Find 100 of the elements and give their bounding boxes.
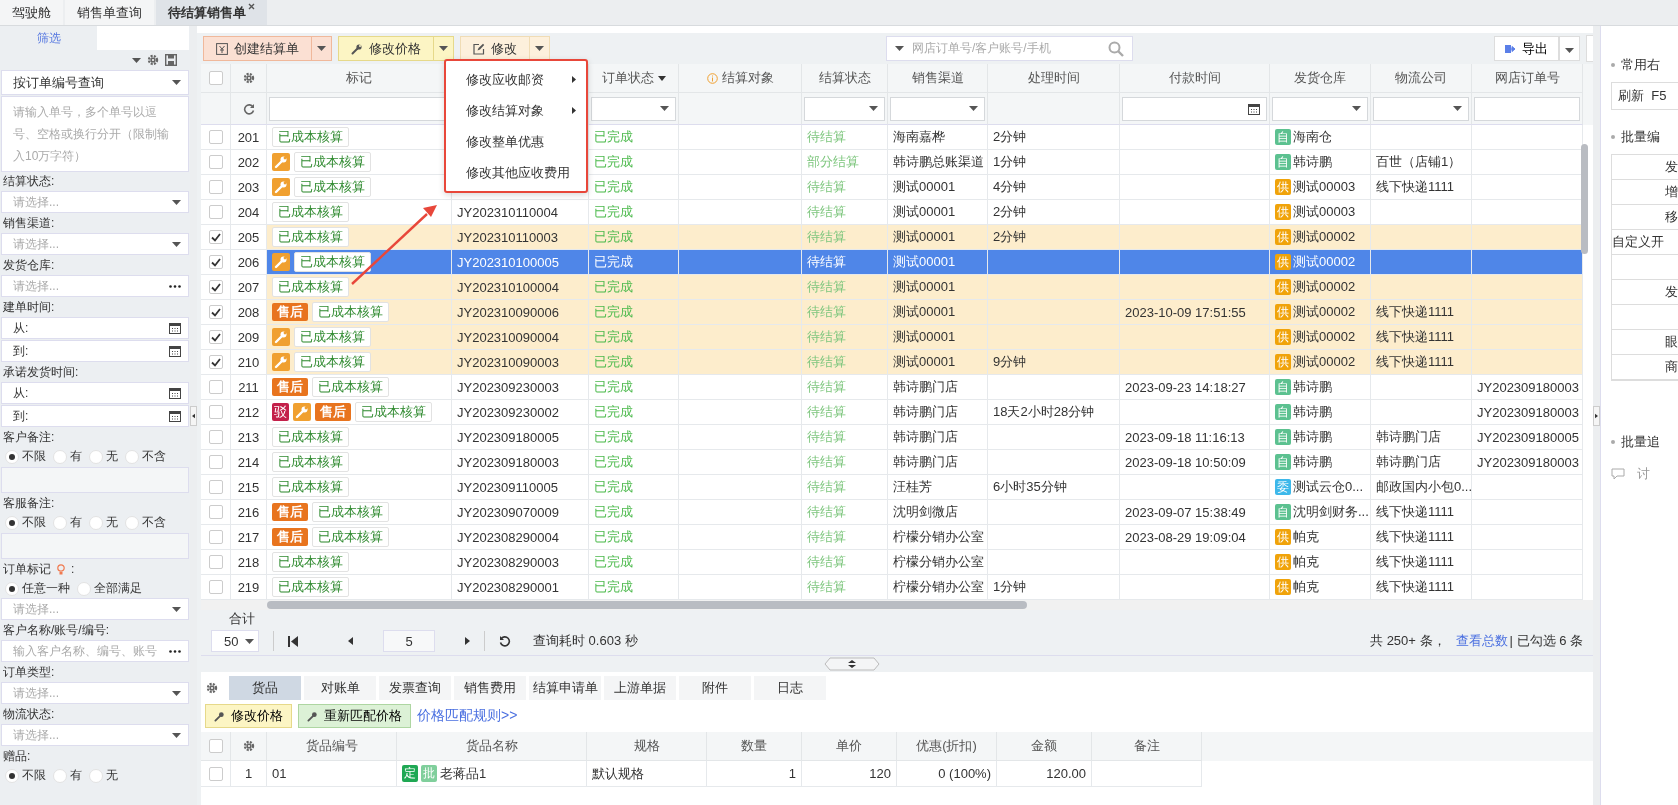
checkbox[interactable] — [208, 766, 223, 781]
calendar-icon[interactable] — [169, 322, 181, 334]
save-icon[interactable] — [165, 54, 177, 66]
checkbox[interactable] — [208, 280, 223, 294]
column-header[interactable]: 金额 — [1031, 737, 1057, 755]
checkbox[interactable] — [208, 739, 223, 753]
export-button[interactable]: 导出 — [1494, 36, 1559, 61]
settings-icon[interactable] — [147, 54, 159, 66]
shortcut-item[interactable]: 刷新 F5 — [1611, 82, 1678, 110]
refresh-icon[interactable] — [499, 635, 511, 647]
more-icon[interactable] — [169, 649, 181, 653]
sort-caret-icon[interactable] — [657, 75, 666, 81]
query-mode-select[interactable]: 按订单编号查询 — [1, 70, 189, 95]
radio-button[interactable] — [5, 515, 19, 530]
close-icon[interactable] — [248, 3, 255, 10]
radio-button[interactable] — [125, 449, 139, 464]
column-header[interactable]: 规格 — [633, 737, 660, 755]
checkbox[interactable] — [208, 330, 223, 344]
radio-button[interactable] — [89, 515, 103, 530]
scrollbar[interactable] — [267, 601, 1027, 609]
checkbox[interactable] — [208, 230, 223, 244]
toolbar-button[interactable] — [1586, 35, 1593, 62]
refresh-icon[interactable] — [242, 102, 255, 115]
checkbox[interactable] — [208, 255, 223, 269]
calendar-icon[interactable] — [169, 410, 181, 422]
previous-page-icon[interactable] — [348, 637, 353, 645]
action-button[interactable]: 重新匹配价格 — [298, 704, 411, 728]
date-filter-field[interactable] — [1122, 96, 1267, 121]
table-cell[interactable]: 眼 — [1612, 330, 1678, 355]
tag-cell[interactable]: 售后 已成本核算 — [267, 525, 452, 550]
dropdown-button[interactable] — [434, 36, 454, 61]
detail-tab[interactable]: 附件 — [679, 676, 751, 700]
checkbox[interactable] — [208, 155, 223, 169]
radio-button[interactable] — [89, 449, 103, 464]
collapse-handle[interactable] — [1593, 26, 1600, 805]
page-tab[interactable]: 驾驶舱 — [0, 0, 63, 25]
scrollbar[interactable] — [1581, 144, 1588, 254]
tag-cell[interactable]: 售后 已成本核算 — [267, 300, 452, 325]
detail-tab[interactable]: 结算申请单 — [529, 676, 601, 700]
detail-tab[interactable]: 货品 — [229, 676, 301, 700]
table-cell[interactable]: 自定义开 — [1612, 230, 1678, 255]
date-field[interactable]: 从: — [1, 317, 189, 339]
radio-button[interactable] — [53, 768, 67, 783]
toolbar-button[interactable]: 修改价格 — [338, 36, 434, 61]
table-cell[interactable]: 增 — [1612, 180, 1678, 205]
checkbox[interactable] — [208, 355, 223, 369]
column-header[interactable]: 单价 — [836, 737, 862, 755]
radio-button[interactable] — [77, 581, 91, 596]
settings-icon[interactable] — [242, 72, 255, 84]
radio-button[interactable] — [89, 768, 103, 783]
resize-handle-icon[interactable] — [824, 657, 880, 671]
view-total-link[interactable]: 查看总数 — [1455, 632, 1508, 650]
date-field[interactable]: 到: — [1, 340, 189, 362]
next-page-icon[interactable] — [465, 637, 470, 645]
note-field[interactable] — [1, 533, 189, 559]
checkbox[interactable] — [208, 430, 223, 444]
radio-button[interactable] — [53, 449, 67, 464]
column-header[interactable]: 货品编号 — [305, 737, 358, 755]
toolbar-button[interactable]: 创建结算单 — [203, 36, 312, 61]
table-cell[interactable]: 发 — [1612, 155, 1678, 180]
checkbox[interactable] — [208, 405, 223, 419]
tag-cell[interactable]: 售后 已成本核算 — [267, 500, 452, 525]
detail-tab[interactable]: 发票查询 — [379, 676, 451, 700]
calendar-icon[interactable] — [1248, 102, 1260, 115]
checkbox[interactable] — [208, 455, 223, 469]
page-tab[interactable]: 销售单查询 — [65, 0, 154, 25]
radio-button[interactable] — [5, 581, 19, 596]
filter-select[interactable] — [1373, 96, 1469, 121]
note-field[interactable] — [1, 467, 189, 493]
tag-cell[interactable]: 驳 售后 已成本核算 — [267, 400, 452, 425]
calendar-icon[interactable] — [169, 387, 181, 399]
first-page-icon[interactable] — [288, 635, 298, 647]
settings-icon[interactable] — [206, 682, 218, 694]
radio-button[interactable] — [5, 449, 19, 464]
column-header[interactable]: 货品名称 — [465, 737, 518, 755]
collapse-handle[interactable] — [190, 26, 197, 805]
tag-cell[interactable]: 已成本核算 — [267, 325, 452, 350]
checkbox[interactable] — [208, 180, 223, 194]
checkbox[interactable] — [208, 505, 223, 519]
radio-button[interactable] — [125, 515, 139, 530]
checkbox[interactable] — [208, 530, 223, 544]
checkbox[interactable] — [208, 130, 223, 144]
dropdown-button[interactable] — [530, 36, 550, 61]
tag-cell[interactable]: 已成本核算 — [267, 250, 452, 275]
table-cell[interactable]: 发 — [1612, 280, 1678, 305]
table-cell[interactable]: 移 — [1612, 205, 1678, 230]
filter-select[interactable] — [1272, 96, 1368, 121]
column-header[interactable]: 备注 — [1133, 737, 1160, 755]
radio-button[interactable] — [53, 515, 67, 530]
action-button[interactable]: 修改价格 — [205, 704, 292, 728]
checkbox[interactable] — [208, 71, 223, 85]
filter-field[interactable] — [1474, 96, 1580, 121]
checkbox[interactable] — [208, 480, 223, 494]
toolbar-button[interactable]: 修改 — [460, 36, 530, 61]
filter-select[interactable] — [890, 96, 985, 121]
date-field[interactable]: 到: — [1, 405, 189, 427]
page-size-select[interactable]: 50 — [211, 630, 259, 652]
comment-icon[interactable] — [1611, 468, 1625, 480]
filter-select[interactable] — [804, 96, 885, 121]
tag-cell[interactable]: 已成本核算 — [267, 350, 452, 375]
